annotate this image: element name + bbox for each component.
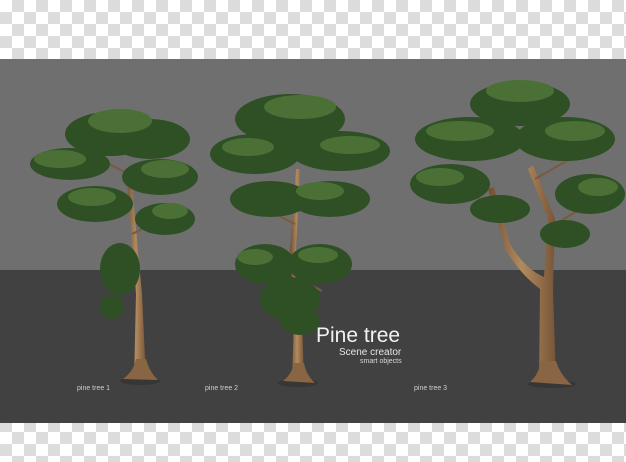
pine-tree-1	[30, 109, 198, 385]
trees-illustration	[30, 80, 625, 388]
title-block: Pine tree Scene creator smart objects	[316, 324, 402, 366]
subsubtitle: smart objects	[360, 358, 402, 365]
tree-label-1: pine tree 1	[77, 385, 111, 392]
tree-label-2: pine tree 2	[205, 385, 239, 392]
subtitle: Scene creator	[339, 347, 402, 358]
scene-panel: pine tree 1 pine tree 2 pine tree 3 Pine…	[0, 59, 626, 423]
pine-tree-3	[410, 80, 625, 388]
tree-label-3: pine tree 3	[414, 385, 448, 392]
page-title: Pine tree	[316, 324, 401, 347]
